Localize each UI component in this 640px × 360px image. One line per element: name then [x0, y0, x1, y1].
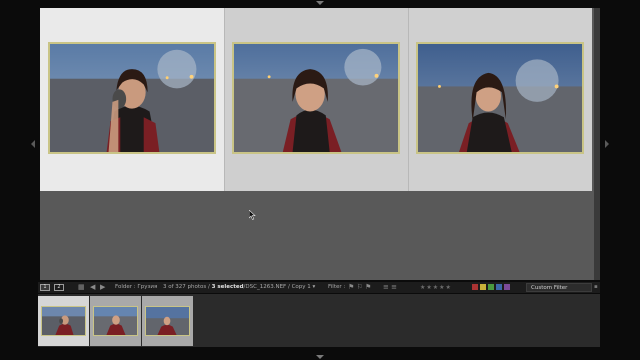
primary-monitor-button[interactable]: 1: [40, 284, 50, 291]
filter-label: Filter :: [328, 284, 346, 290]
left-panel-toggle-icon[interactable]: [31, 140, 35, 148]
filmstrip-toolbar: 1 2 ▦ ◀ ▶ Folder : Грузия 3 of 327 photo…: [38, 282, 600, 293]
filmstrip-thumb-1[interactable]: [41, 306, 86, 336]
source-breadcrumb[interactable]: Folder : Грузия: [115, 282, 157, 293]
rating-filter[interactable]: ★★★★★: [420, 282, 452, 293]
survey-cell-1[interactable]: [40, 8, 224, 191]
panel-edge: [594, 8, 600, 280]
arrow-left-icon[interactable]: ◀: [90, 282, 95, 293]
survey-cell-3[interactable]: [408, 8, 592, 191]
color-label-green[interactable]: [488, 284, 494, 290]
photo-count-info: 3 of 327 photos / 3 selected/DSC_1263.NE…: [163, 282, 315, 293]
photo-girl-front[interactable]: [232, 42, 400, 154]
stacks-icon[interactable]: ≡ ≡: [383, 282, 397, 293]
mouse-cursor-icon: [249, 210, 256, 220]
current-file[interactable]: /DSC_1263.NEF / Copy 1 ▾: [244, 284, 316, 290]
lock-icon[interactable]: ▪: [594, 282, 598, 293]
secondary-monitor-button[interactable]: 2: [54, 284, 64, 291]
grid-icon[interactable]: ▦: [78, 282, 85, 293]
filmstrip-cell-2[interactable]: [90, 296, 141, 346]
color-label-blue[interactable]: [496, 284, 502, 290]
color-label-purple[interactable]: [504, 284, 510, 290]
filmstrip-edge: [600, 282, 640, 348]
right-panel-toggle-icon[interactable]: [605, 140, 609, 148]
photo-girl-side[interactable]: [416, 42, 584, 154]
filmstrip-thumb-2[interactable]: [93, 306, 138, 336]
bottom-panel-toggle-icon[interactable]: [316, 355, 324, 359]
filmstrip-cell-3[interactable]: [142, 296, 193, 346]
flag-filter-icon[interactable]: ⚑ ⚐ ⚑: [348, 282, 371, 293]
photo-count: 3 of 327 photos /: [163, 284, 210, 290]
filmstrip-cell-1[interactable]: [38, 296, 89, 346]
top-panel-toggle-icon[interactable]: [316, 1, 324, 5]
color-label-red[interactable]: [472, 284, 478, 290]
survey-cell-2[interactable]: [224, 8, 408, 191]
filmstrip[interactable]: [38, 294, 600, 347]
selected-count: 3 selected: [211, 284, 244, 290]
survey-view[interactable]: [40, 8, 594, 280]
filmstrip-thumb-3[interactable]: [145, 306, 190, 336]
arrow-right-icon[interactable]: ▶: [100, 282, 105, 293]
filter-preset-select[interactable]: Custom Filter: [526, 283, 592, 292]
color-label-yellow[interactable]: [480, 284, 486, 290]
photo-girl-with-stone[interactable]: [48, 42, 216, 154]
